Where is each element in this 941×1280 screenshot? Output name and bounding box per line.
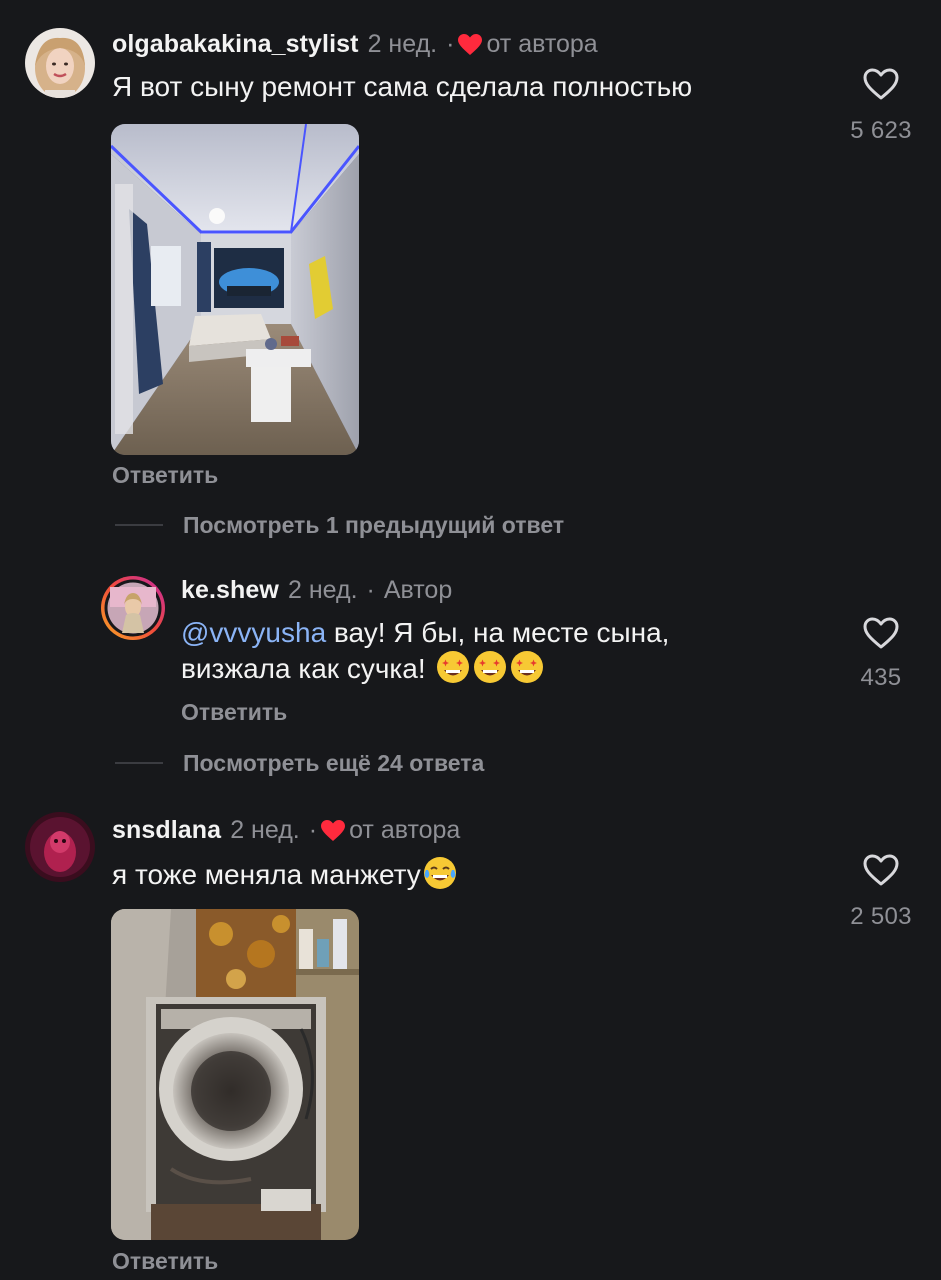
timestamp: 2 нед. bbox=[287, 576, 358, 604]
comment-text-body: я тоже меняла манжету bbox=[112, 859, 421, 890]
like-button[interactable]: 2 503 bbox=[831, 854, 931, 931]
reply-button[interactable]: Ответить bbox=[112, 1248, 218, 1275]
like-count: 435 bbox=[860, 664, 902, 691]
author-badge: Автор bbox=[383, 576, 453, 604]
timestamp: 2 нед. bbox=[230, 816, 300, 844]
separator: · bbox=[308, 816, 318, 844]
reply-text: @vvvyusha вау! Я бы, на месте сына, визж… bbox=[181, 616, 669, 686]
heart-icon bbox=[321, 819, 346, 842]
heart-icon bbox=[458, 33, 483, 56]
comment-meta: snsdlana 2 нед. · от автора bbox=[112, 816, 460, 845]
separator: · bbox=[366, 576, 375, 604]
username[interactable]: olgabakakina_stylist bbox=[112, 30, 359, 59]
like-button[interactable]: 5 623 bbox=[831, 68, 931, 145]
reply-button[interactable]: Ответить bbox=[112, 462, 218, 489]
star-struck-icon bbox=[511, 651, 544, 683]
thread-line bbox=[115, 524, 163, 526]
reply-meta: ke.shew 2 нед. · Автор bbox=[181, 576, 452, 605]
like-count: 2 503 bbox=[850, 903, 912, 930]
bedroom-photo[interactable] bbox=[111, 124, 359, 455]
comment-text: Я вот сыну ремонт сама сделала полностью bbox=[112, 71, 693, 102]
like-button[interactable]: 435 bbox=[831, 617, 931, 692]
user-mention[interactable]: @vvvyusha bbox=[181, 617, 326, 648]
timestamp: 2 нед. bbox=[367, 30, 438, 58]
view-previous-replies[interactable]: Посмотреть 1 предыдущий ответ bbox=[183, 512, 564, 539]
view-more-replies[interactable]: Посмотреть ещё 24 ответа bbox=[183, 750, 484, 777]
reply-button[interactable]: Ответить bbox=[181, 699, 287, 726]
reply-text-line: визжала как сучка! bbox=[181, 653, 434, 684]
tears-of-joy-icon bbox=[423, 857, 456, 889]
thread-line bbox=[115, 762, 163, 764]
story-ring-avatar[interactable] bbox=[100, 575, 166, 641]
username[interactable]: snsdlana bbox=[112, 816, 221, 845]
reply-text-line: вау! Я бы, на месте сына, bbox=[326, 617, 670, 648]
star-struck-icon bbox=[474, 651, 507, 683]
separator: · bbox=[446, 30, 455, 58]
comment-meta: olgabakakina_stylist 2 нед. · от автора bbox=[112, 30, 598, 59]
heart-outline-icon[interactable] bbox=[863, 68, 899, 100]
liked-by-author: от автора bbox=[486, 30, 598, 58]
liked-by-author: от автора bbox=[349, 816, 461, 844]
heart-outline-icon[interactable] bbox=[863, 617, 899, 649]
washing-machine-photo[interactable] bbox=[111, 909, 359, 1240]
avatar[interactable] bbox=[25, 812, 95, 882]
star-struck-icon bbox=[437, 651, 470, 683]
comment-text: я тоже меняла манжету bbox=[112, 856, 457, 892]
like-count: 5 623 bbox=[850, 117, 912, 144]
heart-outline-icon[interactable] bbox=[863, 854, 899, 886]
username[interactable]: ke.shew bbox=[181, 576, 279, 605]
avatar[interactable] bbox=[25, 28, 95, 98]
